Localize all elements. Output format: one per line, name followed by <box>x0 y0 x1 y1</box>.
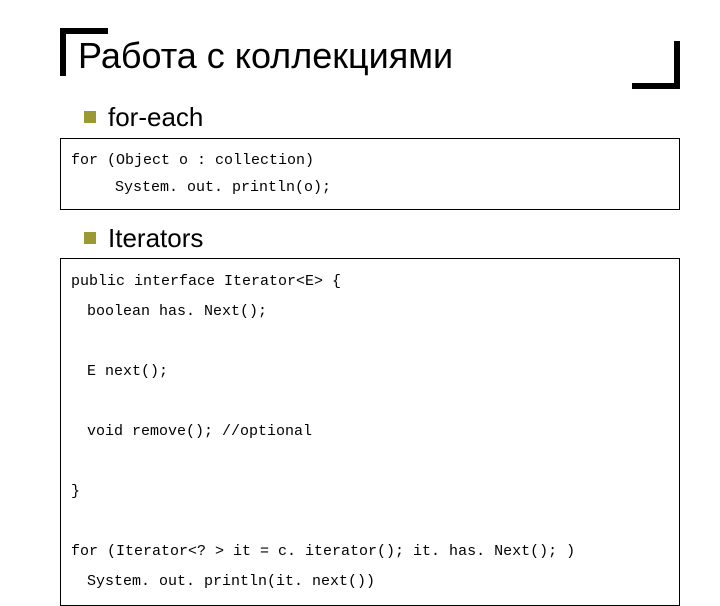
bracket-corner-icon <box>60 28 66 76</box>
code-line: } <box>71 483 80 500</box>
code-line: boolean has. Next(); <box>71 297 669 327</box>
bullet-foreach: for-each <box>84 103 680 132</box>
code-line: System. out. println(it. next()) <box>71 567 669 597</box>
bracket-corner-icon <box>60 28 108 34</box>
bracket-corner-icon <box>674 41 680 89</box>
bullet-iterators: Iterators <box>84 224 680 253</box>
code-line: System. out. println(o); <box>71 174 669 201</box>
code-line: void remove(); //optional <box>71 417 669 447</box>
code-line: for (Object o : collection) <box>71 152 314 169</box>
code-line: for (Iterator<? > it = c. iterator(); it… <box>71 543 575 560</box>
title-block: Работа с коллекциями <box>60 28 680 89</box>
square-bullet-icon <box>84 111 96 123</box>
bullet-label: Iterators <box>108 224 203 253</box>
code-iterator: public interface Iterator<E> { boolean h… <box>60 258 680 606</box>
bracket-corner-icon <box>632 83 680 89</box>
bullet-label: for-each <box>108 103 203 132</box>
slide: Работа с коллекциями for-each for (Objec… <box>0 0 720 540</box>
code-line: E next(); <box>71 357 669 387</box>
square-bullet-icon <box>84 232 96 244</box>
code-line: public interface Iterator<E> { <box>71 273 341 290</box>
page-title: Работа с коллекциями <box>78 34 668 77</box>
code-foreach: for (Object o : collection) System. out.… <box>60 138 680 210</box>
